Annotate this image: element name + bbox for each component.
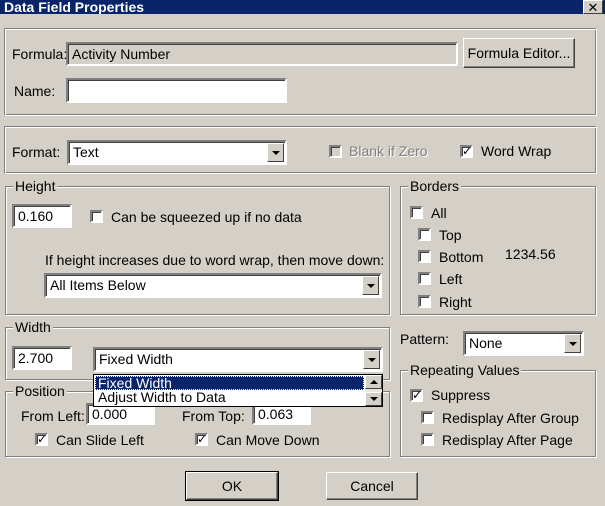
move-down-select-value: All Items Below [50, 277, 146, 293]
window-title: Data Field Properties [4, 0, 145, 14]
cancel-button[interactable]: Cancel [326, 472, 418, 500]
borders-legend: Borders [408, 178, 462, 194]
close-icon: ✕ [587, 0, 599, 15]
slide-left-label: Can Slide Left [56, 432, 144, 448]
after-group-checkbox[interactable] [421, 411, 434, 424]
chevron-down-icon[interactable] [564, 334, 581, 353]
width-mode-select-value: Fixed Width [99, 351, 173, 367]
border-top-label: Top [439, 227, 462, 243]
width-mode-dropdown-list[interactable]: Fixed Width Adjust Width to Data [93, 374, 383, 407]
name-input[interactable] [66, 78, 287, 103]
formula-field: Activity Number [66, 42, 458, 66]
scroll-down-icon[interactable] [365, 392, 382, 406]
move-down-select[interactable]: All Items Below [44, 273, 382, 298]
width-input[interactable]: 2.700 [12, 346, 72, 370]
close-button[interactable]: ✕ [583, 0, 603, 14]
pattern-select[interactable]: None [463, 331, 584, 356]
squeeze-checkbox[interactable] [90, 210, 103, 223]
border-bottom-checkbox[interactable] [418, 250, 431, 263]
after-group-label: Redisplay After Group [442, 410, 579, 426]
formula-label: Formula: [12, 46, 68, 62]
pattern-label: Pattern: [400, 331, 450, 347]
suppress-checkbox[interactable]: ✓ [410, 389, 423, 402]
squeeze-label: Can be squeezed up if no data [111, 209, 302, 225]
suppress-label: Suppress [431, 387, 491, 403]
from-top-label: From Top: [182, 408, 245, 424]
border-left-checkbox[interactable] [418, 272, 431, 285]
ok-button[interactable]: OK [185, 471, 279, 501]
height-input[interactable]: 0.160 [12, 204, 72, 228]
chevron-down-icon[interactable] [267, 143, 284, 162]
border-right-checkbox[interactable] [418, 295, 431, 308]
move-down-checkbox[interactable]: ✓ [195, 433, 208, 446]
blank-if-zero-label: Blank if Zero [349, 143, 428, 159]
width-option-fixed[interactable]: Fixed Width [95, 376, 364, 390]
height-legend: Height [13, 178, 58, 194]
width-mode-select[interactable]: Fixed Width [93, 347, 383, 372]
slide-left-checkbox[interactable]: ✓ [35, 433, 48, 446]
formula-editor-button[interactable]: Formula Editor... [463, 38, 575, 68]
dropdown-scrollbar[interactable] [365, 375, 382, 406]
repeating-values-legend: Repeating Values [408, 362, 522, 378]
name-label: Name: [14, 83, 56, 99]
after-page-checkbox[interactable] [421, 433, 434, 446]
format-label: Format: [12, 144, 61, 160]
border-bottom-label: Bottom [439, 249, 484, 265]
format-select-value: Text [73, 144, 99, 160]
border-right-label: Right [439, 294, 472, 310]
word-wrap-checkbox[interactable]: ✓ [460, 145, 473, 158]
chevron-down-icon[interactable] [363, 350, 380, 369]
border-left-label: Left [439, 271, 463, 287]
from-left-label: From Left: [21, 408, 85, 424]
after-page-label: Redisplay After Page [442, 432, 573, 448]
chevron-down-icon[interactable] [362, 276, 379, 295]
pattern-select-value: None [469, 335, 503, 351]
border-sample-text: 1234.56 [505, 246, 556, 262]
blank-if-zero-checkbox [329, 145, 342, 158]
word-wrap-label: Word Wrap [481, 143, 552, 159]
width-legend: Width [13, 319, 53, 335]
border-all-checkbox[interactable] [410, 206, 423, 219]
can-move-down-label: Can Move Down [216, 432, 320, 448]
width-option-adjust[interactable]: Adjust Width to Data [95, 390, 364, 404]
position-legend: Position [13, 383, 67, 399]
title-bar: Data Field Properties [0, 0, 605, 14]
move-down-prompt: If height increases due to word wrap, th… [45, 252, 385, 268]
border-top-checkbox[interactable] [418, 228, 431, 241]
format-select[interactable]: Text [67, 140, 287, 165]
border-all-label: All [431, 205, 447, 221]
scroll-up-icon[interactable] [365, 375, 382, 389]
